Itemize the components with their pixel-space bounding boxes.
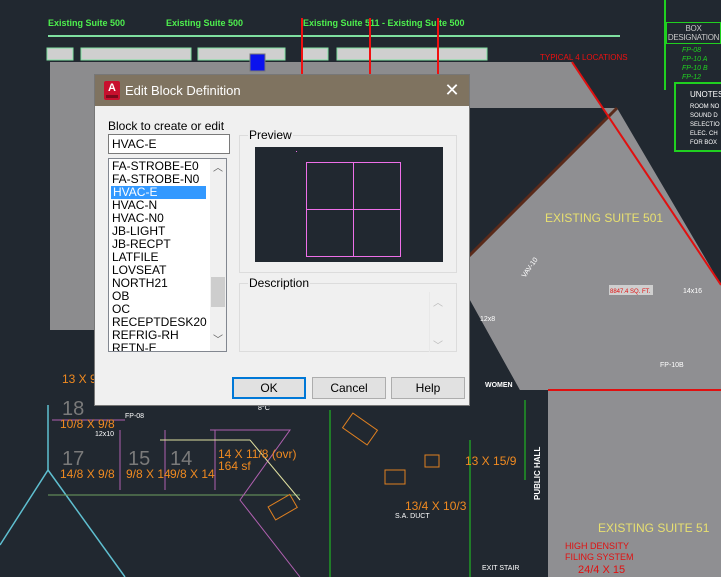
dialog-titlebar[interactable]: A Edit Block Definition ✕ <box>95 75 469 106</box>
block-name-label: Block to create or edit <box>108 119 225 133</box>
fp-label: FP-10B <box>660 362 684 369</box>
hvac-block-preview-graphic <box>296 151 401 257</box>
svg-text:10/8 X 9/8: 10/8 X 9/8 <box>60 417 115 431</box>
header-lines <box>46 35 620 61</box>
description-group: Description ︿ ﹀ <box>239 276 457 352</box>
area-label: 8847.4 SQ. FT. <box>610 289 651 295</box>
room-label: 24/4 X 15 <box>578 564 625 576</box>
help-button[interactable]: Help <box>391 377 465 399</box>
suite-51-label: EXISTING SUITE 51 <box>598 521 710 535</box>
public-hall-label: PUBLIC HALL <box>533 447 542 500</box>
block-list[interactable]: FA-STROBE-E0 FA-STROBE-N0 HVAC-E HVAC-N HVAC… <box>108 158 227 352</box>
autocad-app-icon: A <box>104 81 120 100</box>
svg-text:ELEC. CH: ELEC. CH <box>690 131 718 137</box>
blue-block <box>249 53 266 72</box>
duct-label: 12x8 <box>480 316 495 323</box>
duct-label: 12x10 <box>95 431 114 438</box>
typical-label: TYPICAL 4 LOCATIONS <box>540 53 628 62</box>
ok-button[interactable]: OK <box>232 377 306 399</box>
svg-text:Existing Suite 511 - Existing: Existing Suite 511 - Existing Suite 500 <box>303 18 465 28</box>
svg-text:FOR BOX: FOR BOX <box>690 140 717 146</box>
floor-area-suite <box>468 108 721 577</box>
svg-text:13 X 15/9: 13 X 15/9 <box>465 454 517 468</box>
svg-text:FP-10 B: FP-10 B <box>682 65 708 72</box>
svg-text:ROOM NO: ROOM NO <box>690 104 720 110</box>
notes-box: UNOTES ROOM NO SOUND D SELECTIO ELEC. CH… <box>674 82 721 152</box>
description-scrollbar[interactable]: ︿ ﹀ <box>429 292 446 352</box>
block-name-input[interactable]: HVAC-E <box>108 134 230 154</box>
suite-501-label: EXISTING SUITE 501 <box>545 211 663 225</box>
dialog-title: Edit Block Definition <box>125 83 241 98</box>
fp-label: FP-08 <box>125 413 144 420</box>
svg-text:9/8 X 14: 9/8 X 14 <box>126 467 171 481</box>
temp-label: 8°C <box>258 404 270 412</box>
legend-header: BOX DESIGNATION <box>666 22 721 44</box>
svg-text:FP-12: FP-12 <box>682 74 701 81</box>
scroll-up-icon[interactable]: ︿ <box>210 161 226 177</box>
cancel-button[interactable]: Cancel <box>312 377 386 399</box>
duct-label: S.A. DUCT <box>395 513 430 520</box>
preview-label: Preview <box>248 128 293 142</box>
close-icon[interactable]: ✕ <box>435 75 469 106</box>
legend-table: FP-08 FP-10 A FP-10 B FP-12 <box>664 0 708 90</box>
room-label: FILING SYSTEM <box>565 552 634 562</box>
block-preview <box>255 147 443 262</box>
svg-text:FP-10 A: FP-10 A <box>682 56 708 63</box>
description-text[interactable] <box>246 292 426 347</box>
scroll-down-icon[interactable]: ﹀ <box>210 333 226 349</box>
block-list-scrollbar[interactable]: ︿ ﹀ <box>210 159 226 351</box>
room-label: HIGH DENSITY <box>565 541 629 551</box>
svg-text:Existing Suite 500: Existing Suite 500 <box>166 18 243 28</box>
svg-text:Existing Suite 500: Existing Suite 500 <box>48 18 125 28</box>
block-list-item[interactable]: RETN-E <box>109 342 208 352</box>
exit-label: EXIT STAIR <box>482 565 519 572</box>
svg-text:FP-08: FP-08 <box>682 47 701 54</box>
edit-block-definition-dialog: A Edit Block Definition ✕ Block to creat… <box>95 75 469 405</box>
svg-text:14/8 X 9/8: 14/8 X 9/8 <box>60 467 115 481</box>
women-label: WOMEN <box>485 382 513 389</box>
svg-text:13/4 X 10/3: 13/4 X 10/3 <box>405 499 467 513</box>
svg-text:164 sf: 164 sf <box>218 459 251 473</box>
svg-text:SOUND D: SOUND D <box>690 113 718 119</box>
header-text: Existing Suite 500 Existing Suite 500 Ex… <box>48 18 465 28</box>
svg-text:9/8 X 14: 9/8 X 14 <box>170 467 215 481</box>
svg-text:UNOTES: UNOTES <box>690 90 721 99</box>
duct-label: 14x16 <box>683 288 702 295</box>
description-label: Description <box>248 276 311 290</box>
scroll-thumb[interactable] <box>211 277 225 307</box>
svg-text:SELECTIO: SELECTIO <box>690 122 720 128</box>
preview-group: Preview <box>239 128 457 273</box>
